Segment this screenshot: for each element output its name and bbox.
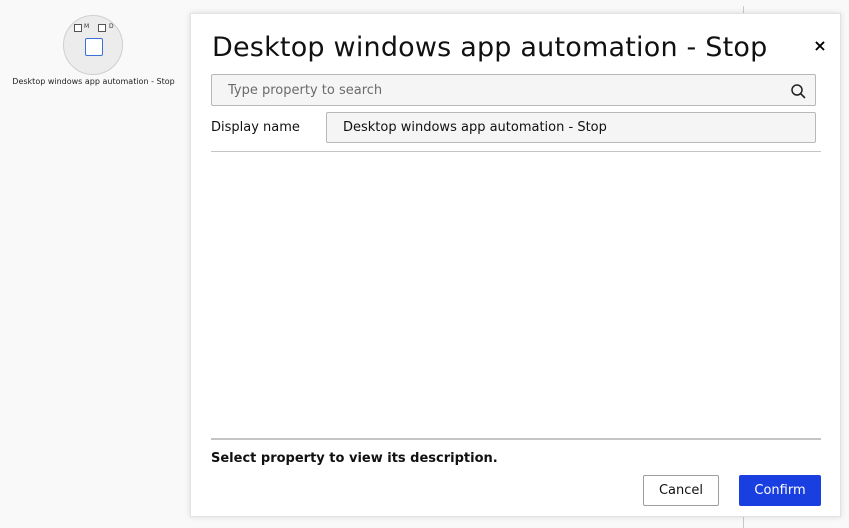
search-icon[interactable]	[790, 83, 806, 99]
property-search-box	[211, 74, 816, 106]
close-icon[interactable]: ×	[810, 36, 830, 56]
dialog-title: Desktop windows app automation - Stop	[212, 32, 768, 63]
property-list-divider-bottom	[211, 438, 821, 440]
display-name-label: Display name	[211, 120, 300, 135]
checkbox-d-label: D	[109, 23, 114, 30]
checkbox-d[interactable]	[98, 24, 106, 32]
display-name-input[interactable]	[327, 113, 813, 142]
checkbox-m-label: M	[84, 23, 90, 30]
confirm-button[interactable]: Confirm	[739, 475, 821, 506]
properties-dialog: Desktop windows app automation - Stop × …	[190, 13, 841, 517]
display-name-field	[326, 112, 816, 143]
stop-square-icon	[85, 38, 103, 56]
property-description: Select property to view its description.	[211, 451, 498, 466]
checkbox-m[interactable]	[74, 24, 82, 32]
property-search-input[interactable]	[212, 75, 793, 105]
cancel-button[interactable]: Cancel	[643, 475, 719, 506]
property-list-divider-top	[211, 151, 821, 152]
workflow-node-label: Desktop windows app automation - Stop	[12, 77, 175, 86]
workflow-node-stop[interactable]: M D	[63, 15, 123, 75]
